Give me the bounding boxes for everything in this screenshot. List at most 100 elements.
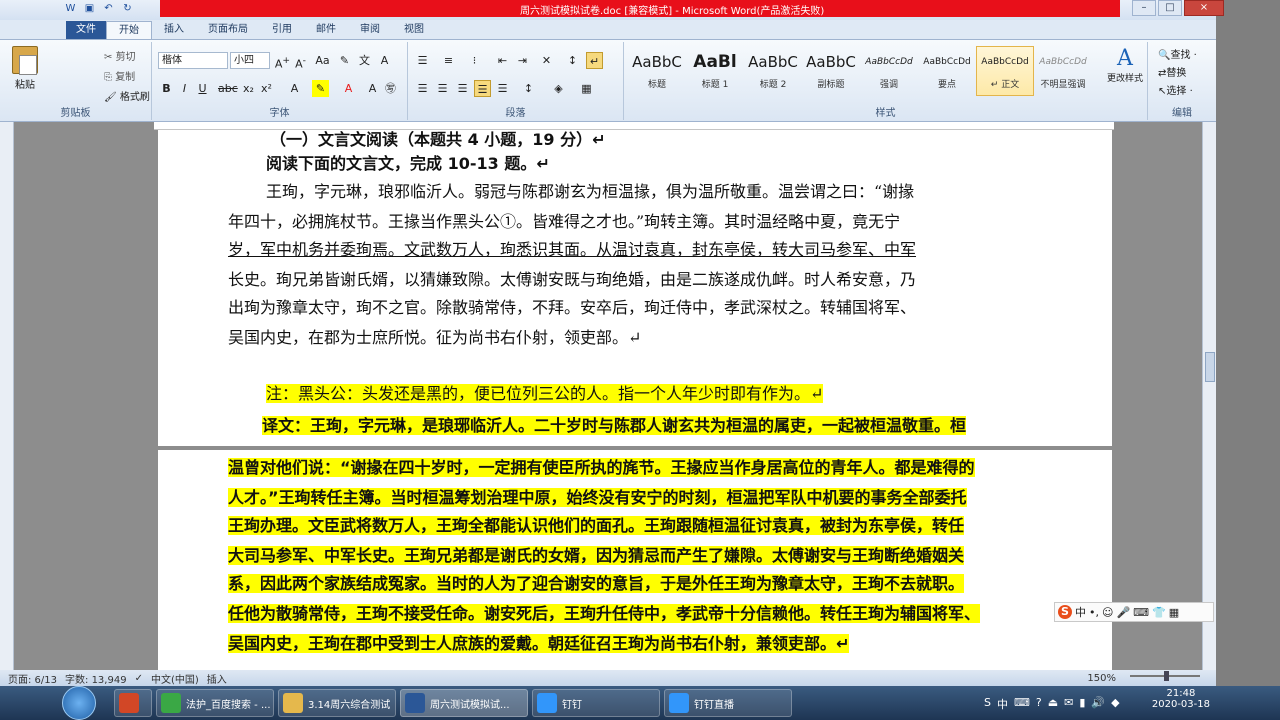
- style-heading-2[interactable]: AaBbC 标题 2: [744, 46, 802, 96]
- style-heading-1[interactable]: AaBl 标题 1: [686, 46, 744, 96]
- enclose-char-icon[interactable]: ㊢: [382, 80, 399, 97]
- distribute-icon[interactable]: ☰: [494, 80, 511, 97]
- help-tray-icon[interactable]: ?: [1036, 696, 1042, 712]
- copy-button[interactable]: ⎘ 复制: [104, 68, 135, 83]
- line-spacing-icon[interactable]: ↕: [520, 80, 537, 97]
- italic-icon[interactable]: I: [176, 80, 193, 97]
- increase-indent-icon[interactable]: ⇥: [514, 52, 531, 69]
- change-case-icon[interactable]: Aa: [314, 52, 331, 69]
- replace-button[interactable]: ⇄替换: [1158, 64, 1186, 79]
- proofing-icon[interactable]: ✓: [135, 673, 143, 684]
- taskbar-dingtalk-live[interactable]: 钉钉直播: [664, 689, 792, 717]
- multilevel-list-icon[interactable]: ⁝: [466, 52, 483, 69]
- style-strong[interactable]: AaBbCcDd 要点: [918, 46, 976, 96]
- strikethrough-icon[interactable]: abc: [218, 80, 238, 97]
- page-7[interactable]: 温曾对他们说：“谢掾在四十岁时，一定拥有使臣所执的旄节。王掾应当作身居高位的青年…: [158, 450, 1112, 670]
- sogou-tray-icon[interactable]: S: [984, 696, 991, 712]
- sogou-icon[interactable]: S: [1058, 605, 1072, 619]
- cut-button[interactable]: ✂ 剪切: [104, 48, 136, 63]
- align-center-icon[interactable]: ☰: [434, 80, 451, 97]
- ime-mode-label[interactable]: 中: [1075, 604, 1086, 620]
- language[interactable]: 中文(中国): [151, 671, 199, 686]
- zoom-level[interactable]: 150%: [1087, 673, 1116, 684]
- underline-icon[interactable]: U: [194, 80, 211, 97]
- style-subtle-emphasis[interactable]: AaBbCcDd 不明显强调: [1034, 46, 1092, 96]
- align-right-icon[interactable]: ☰: [454, 80, 471, 97]
- clear-format-icon[interactable]: ✎: [336, 52, 353, 69]
- taskbar-browser[interactable]: 法护_百度搜索 - ...: [156, 689, 274, 717]
- insert-mode[interactable]: 插入: [207, 671, 227, 686]
- volume-tray-icon[interactable]: 🔊: [1091, 696, 1105, 712]
- page-6[interactable]: （一）文言文阅读（本题共 4 小题，19 分）↵ 阅读下面的文言文，完成 10-…: [158, 122, 1112, 446]
- tab-review[interactable]: 审阅: [348, 21, 392, 39]
- save-icon[interactable]: ▣: [83, 2, 96, 15]
- usb-tray-icon[interactable]: ⏏: [1048, 696, 1058, 712]
- numbering-icon[interactable]: ≡: [440, 52, 457, 69]
- minimize-button[interactable]: –: [1132, 0, 1156, 16]
- document-area[interactable]: （一）文言文阅读（本题共 4 小题，19 分）↵ 阅读下面的文言文，完成 10-…: [0, 122, 1202, 670]
- network-tray-icon[interactable]: ▮: [1079, 696, 1085, 712]
- tab-references[interactable]: 引用: [260, 21, 304, 39]
- undo-icon[interactable]: ↶: [102, 2, 115, 15]
- style-normal[interactable]: AaBbCcDd ↵ 正文: [976, 46, 1034, 96]
- grow-font-icon[interactable]: A+: [274, 52, 291, 71]
- skin-icon[interactable]: 👕: [1152, 606, 1166, 619]
- bold-icon[interactable]: B: [158, 80, 175, 97]
- taskbar-powerpoint[interactable]: [114, 689, 152, 717]
- start-button[interactable]: [62, 686, 96, 720]
- security-tray-icon[interactable]: ◆: [1111, 696, 1119, 712]
- vertical-scrollbar[interactable]: [1202, 122, 1216, 670]
- style-emphasis[interactable]: AaBbCcDd 强调: [860, 46, 918, 96]
- ime-toolbar[interactable]: S 中 •, ☺ 🎤 ⌨ 👕 ▦: [1054, 602, 1214, 622]
- zoom-slider[interactable]: [1130, 671, 1200, 681]
- close-button[interactable]: ×: [1184, 0, 1224, 16]
- redo-icon[interactable]: ↻: [121, 2, 134, 15]
- microphone-icon[interactable]: 🎤: [1116, 606, 1130, 619]
- tab-page-layout[interactable]: 页面布局: [196, 21, 260, 39]
- char-border-icon[interactable]: A: [376, 52, 393, 69]
- font-name-select[interactable]: 楷体: [158, 52, 228, 69]
- scrollbar-thumb[interactable]: [1205, 352, 1215, 382]
- taskbar-dingtalk[interactable]: 钉钉: [532, 689, 660, 717]
- sort-icon[interactable]: ↕: [564, 52, 581, 69]
- ime-tray-icon[interactable]: 中: [997, 696, 1008, 712]
- borders-icon[interactable]: ▦: [578, 80, 595, 97]
- show-marks-icon[interactable]: ↵: [586, 52, 603, 69]
- zoom-slider-thumb[interactable]: [1164, 671, 1169, 681]
- style-title[interactable]: AaBbC 标题: [628, 46, 686, 96]
- tab-insert[interactable]: 插入: [152, 21, 196, 39]
- highlight-icon[interactable]: ✎: [312, 80, 329, 97]
- bullets-icon[interactable]: ☰: [414, 52, 431, 69]
- taskbar-folder[interactable]: 3.14周六综合测试: [278, 689, 396, 717]
- paste-button[interactable]: 粘贴: [8, 46, 42, 91]
- tab-mailings[interactable]: 邮件: [304, 21, 348, 39]
- keyboard-icon[interactable]: ⌨: [1133, 606, 1149, 619]
- tab-view[interactable]: 视图: [392, 21, 436, 39]
- word-app-icon[interactable]: W: [64, 2, 77, 15]
- subscript-icon[interactable]: x₂: [240, 80, 257, 97]
- toolbox-icon[interactable]: ▦: [1169, 606, 1179, 619]
- change-styles-button[interactable]: A 更改样式: [1104, 46, 1146, 84]
- text-effects-icon[interactable]: A: [286, 80, 303, 97]
- find-button[interactable]: 🔍查找 ·: [1158, 46, 1197, 61]
- justify-icon[interactable]: ☰: [474, 80, 491, 97]
- page-count[interactable]: 页面: 6/13: [8, 671, 57, 686]
- clock[interactable]: 21:48 2020-03-18: [1152, 688, 1210, 710]
- align-left-icon[interactable]: ☰: [414, 80, 431, 97]
- phonetic-guide-icon[interactable]: 文: [356, 52, 373, 69]
- font-color-icon[interactable]: A: [340, 80, 357, 97]
- taskbar-word[interactable]: 周六测试模拟试...: [400, 689, 528, 717]
- emoji-icon[interactable]: ☺: [1102, 606, 1113, 619]
- keyboard-tray-icon[interactable]: ⌨: [1014, 696, 1030, 712]
- format-painter-button[interactable]: 🖌 格式刷: [104, 88, 150, 103]
- shrink-font-icon[interactable]: A-: [292, 52, 309, 71]
- chinese-layout-icon[interactable]: ✕: [538, 52, 555, 69]
- tab-file[interactable]: 文件: [66, 21, 106, 39]
- char-shading-icon[interactable]: A: [364, 80, 381, 97]
- shading-icon[interactable]: ◈: [550, 80, 567, 97]
- style-subtitle[interactable]: AaBbC 副标题: [802, 46, 860, 96]
- chat-tray-icon[interactable]: ✉: [1064, 696, 1073, 712]
- word-count[interactable]: 字数: 13,949: [65, 671, 127, 686]
- tab-home[interactable]: 开始: [106, 21, 152, 39]
- superscript-icon[interactable]: x²: [258, 80, 275, 97]
